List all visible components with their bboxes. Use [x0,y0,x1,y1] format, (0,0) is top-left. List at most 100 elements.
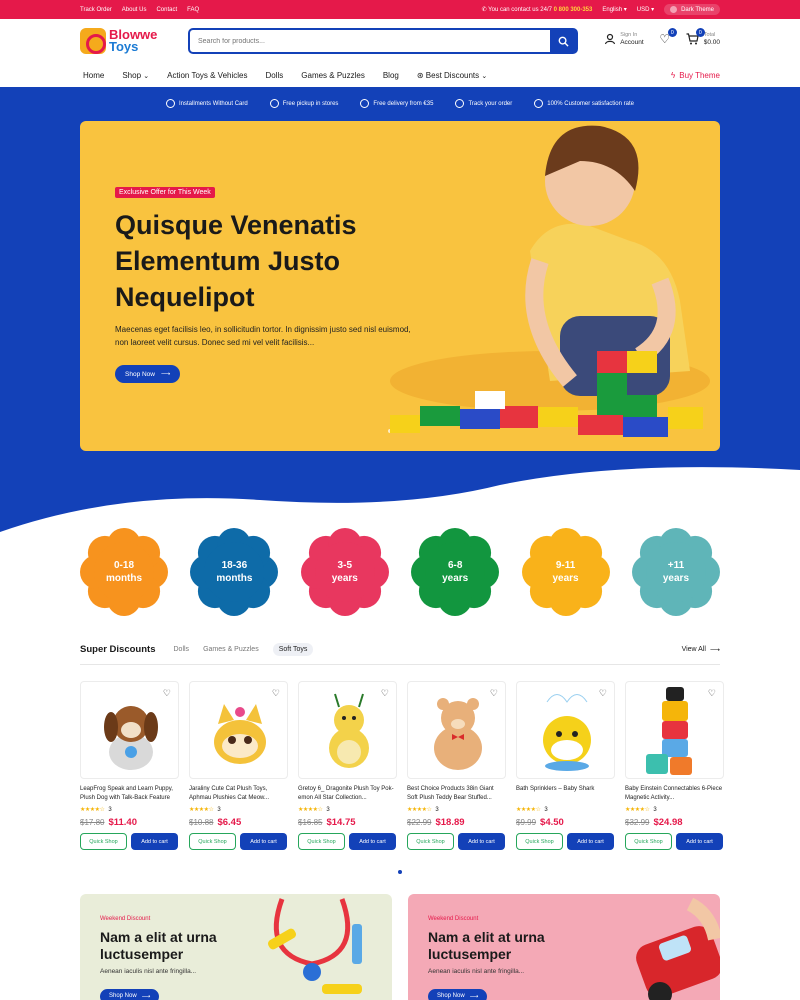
product-name[interactable]: Baby Einstein Connectables 6-Piece Magne… [625,785,724,803]
product-card[interactable]: ♡ Jaraliny Cute Cat Plush Toys, Aphmau P… [189,681,288,850]
product-name[interactable]: Best Choice Products 38in Giant Soft Plu… [407,785,506,803]
cart-count: 0 [695,28,705,37]
product-name[interactable]: LeapFrog Speak and Learn Puppy, Plush Do… [80,785,179,803]
language-select[interactable]: English ▾ [602,6,626,13]
tab-soft-toys[interactable]: Soft Toys [272,643,314,656]
account-link[interactable]: Sign In Account [604,31,644,47]
banner-text: Aenean iaculis nisl ante fringilla... [428,968,525,975]
nav-best-discounts[interactable]: ⊛ Best Discounts ⌄ [417,71,487,80]
age-range: +11 [667,560,685,571]
phone-number[interactable]: 0 800 300-353 [554,7,593,13]
dark-theme-toggle[interactable]: Dark Theme [664,4,720,15]
banner-shop-now-button[interactable]: Shop Now ⟶ [428,989,488,1000]
main-nav: Home Shop ⌄ Action Toys & Vehicles Dolls… [0,63,800,87]
age-category-9-11-years[interactable]: 9-11 years [521,528,610,616]
promo-banner-1[interactable]: Weekend Discount Nam a elit at urna luct… [80,894,392,1000]
tab-dolls[interactable]: Dolls [174,646,190,653]
old-price: $16.85 [298,818,323,827]
phone-icon: ✆ [481,7,487,13]
header: Blowwe Toys Sign InAccount ♡ 0 0 Total$0… [0,19,800,63]
rating-count: 3 [653,806,657,813]
hero-image-child-with-blocks [390,125,710,437]
age-category-18-36-months[interactable]: 18-36 months [190,528,279,616]
product-name[interactable]: Bath Sprinklers – Baby Shark [516,785,615,803]
user-icon [605,33,616,45]
quick-shop-button[interactable]: Quick Shop [625,833,672,850]
contact-link[interactable]: Contact [156,7,177,13]
nav-blog[interactable]: Blog [383,71,399,80]
quick-shop-button[interactable]: Quick Shop [189,833,236,850]
product-image[interactable]: ♡ [80,681,179,779]
product-image[interactable]: ♡ [189,681,288,779]
search-input[interactable] [190,30,550,52]
add-to-cart-button[interactable]: Add to cart [567,833,614,850]
product-card[interactable]: ♡ Best Choice Products 38in Giant Soft P… [407,681,506,850]
contact-info: ✆ You can contact us 24/7 0 800 300-353 [482,6,593,13]
product-name[interactable]: Gretoy 6_ Dragonite Plush Toy Pok-emon A… [298,785,397,803]
search-bar [188,28,578,54]
product-image[interactable]: ♡ [407,681,506,779]
chevron-down-icon: ⌄ [481,72,488,80]
add-to-cart-button[interactable]: Add to cart [676,833,723,850]
add-to-cart-button[interactable]: Add to cart [349,833,396,850]
product-card[interactable]: ♡ LeapFrog Speak and Learn Puppy, Plush … [80,681,179,850]
age-category-0-18-months[interactable]: 0-18 months [80,528,168,616]
banner-shop-now-button[interactable]: Shop Now ⟶ [100,989,160,1000]
hero-title: Quisque Venenatis Elementum Justo Nequel… [115,210,357,312]
heart-icon[interactable]: ♡ [381,688,389,699]
chevron-down-icon: ▾ [623,7,627,13]
nav-home[interactable]: Home [83,71,104,80]
age-category-6-8-years[interactable]: 6-8 years [411,528,500,616]
quick-shop-button[interactable]: Quick Shop [298,833,345,850]
carousel-dot[interactable] [398,870,402,874]
product-card[interactable]: ♡ Baby Einstein Connectables 6-Piece Mag… [625,681,724,850]
product-card[interactable]: ♡ Bath Sprinklers – Baby Shark ★★★★☆ 3 $9… [516,681,615,850]
view-all-link[interactable]: View All ⟶ [682,646,720,654]
age-range: 3-5 [337,560,352,571]
hero-text: Maecenas eget facilisis leo, in sollicit… [115,325,411,347]
product-card[interactable]: ♡ Gretoy 6_ Dragonite Plush Toy Pok-emon… [298,681,397,850]
heart-icon[interactable]: ♡ [599,688,607,699]
heart-icon[interactable]: ♡ [163,688,171,699]
quick-shop-button[interactable]: Quick Shop [516,833,563,850]
age-category-3-5-years[interactable]: 3-5 years [300,528,389,616]
chevron-down-icon: ⌄ [143,72,150,80]
age-unit: months [216,573,253,584]
heart-icon[interactable]: ♡ [272,688,280,699]
wishlist-button[interactable]: ♡ 0 [658,28,677,46]
add-to-cart-button[interactable]: Add to cart [131,833,178,850]
thumbs-up-icon [534,99,544,108]
age-category-11-plus-years[interactable]: +11 years [631,528,720,616]
cart-button[interactable]: 0 Total $0.00 [686,28,720,47]
track-order-link[interactable]: Track Order [80,7,112,13]
cart-total-label: Total [703,32,716,38]
tab-games-puzzles[interactable]: Games & Puzzles [203,646,259,653]
nav-dolls[interactable]: Dolls [265,71,283,80]
product-image[interactable]: ♡ [516,681,615,779]
quick-shop-button[interactable]: Quick Shop [407,833,454,850]
heart-icon[interactable]: ♡ [490,688,498,699]
search-button[interactable] [550,30,576,52]
heart-icon[interactable]: ♡ [708,688,716,699]
faq-link[interactable]: FAQ [187,7,199,13]
add-to-cart-button[interactable]: Add to cart [240,833,287,850]
nav-games-puzzles[interactable]: Games & Puzzles [301,71,365,80]
star-rating-icon: ★★★★☆ [407,807,432,813]
product-image[interactable]: ♡ [298,681,397,779]
cart-total: $0.00 [703,39,720,46]
about-us-link[interactable]: About Us [122,7,147,13]
add-to-cart-button[interactable]: Add to cart [458,833,505,850]
logo[interactable]: Blowwe Toys [80,28,188,54]
buy-theme-link[interactable]: ϟ Buy Theme [671,71,720,80]
feature-strip: Installments Without Card Free pickup in… [0,99,800,108]
product-image[interactable]: ♡ [625,681,724,779]
sale-price: $14.75 [326,817,356,828]
nav-action-toys[interactable]: Action Toys & Vehicles [167,71,247,80]
quick-shop-button[interactable]: Quick Shop [80,833,127,850]
dollar-icon [166,99,176,108]
hero-shop-now-button[interactable]: Shop Now ⟶ [115,365,181,383]
product-name[interactable]: Jaraliny Cute Cat Plush Toys, Aphmau Plu… [189,785,288,803]
promo-banner-2[interactable]: Weekend Discount Nam a elit at urna luct… [408,894,720,1000]
currency-select[interactable]: USD ▾ [637,6,654,13]
nav-shop[interactable]: Shop ⌄ [122,71,149,80]
